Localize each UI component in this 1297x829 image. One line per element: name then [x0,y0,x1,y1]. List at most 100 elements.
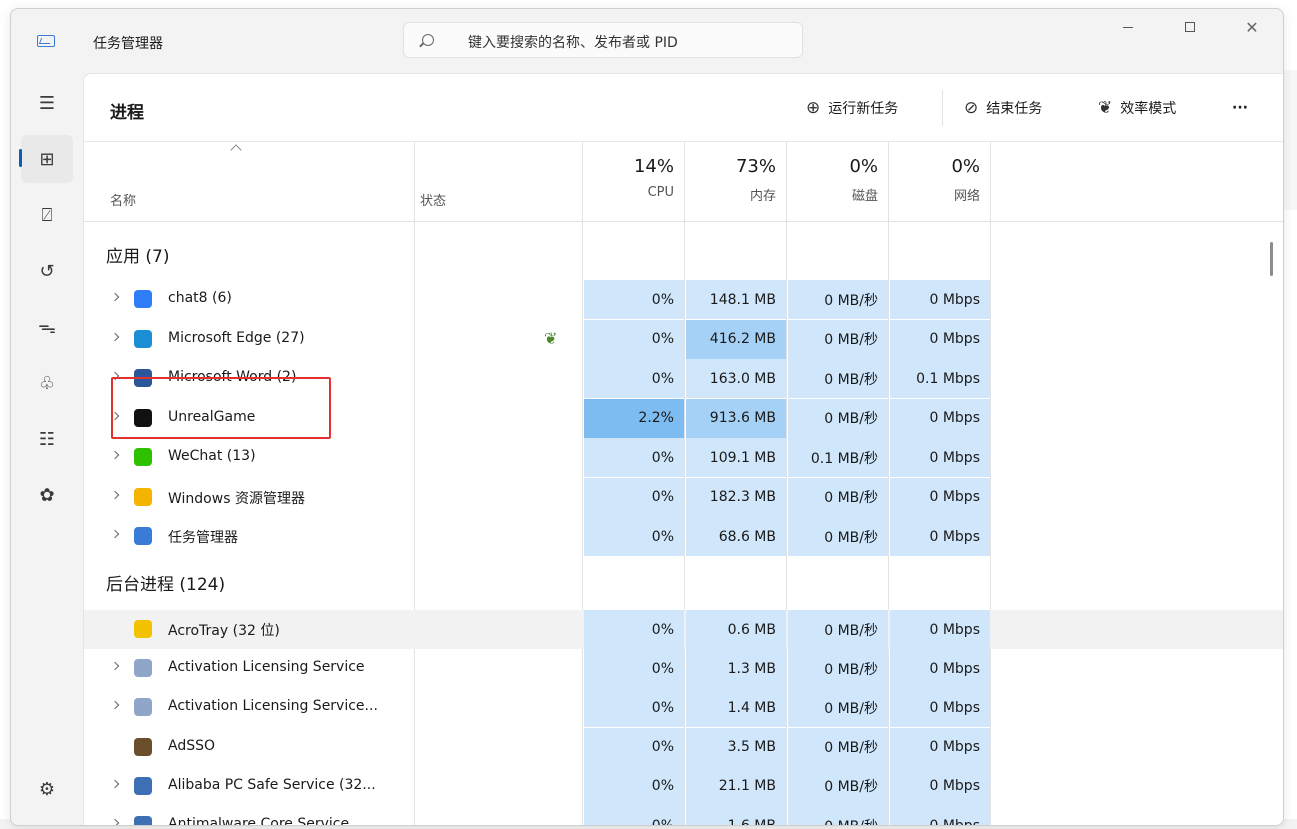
cell-net: 0 Mbps [890,280,990,319]
cell-cpu: 0% [584,477,684,517]
chat8-icon [134,290,152,308]
users-icon: ♧ [38,372,56,394]
cell-disk: 0 MB/秒 [788,727,888,767]
expand-chevron-icon[interactable] [110,450,120,460]
expand-chevron-icon[interactable] [110,529,120,539]
nav-menu-button[interactable]: ☰ [21,79,73,127]
nav-startup-apps[interactable]: ᯓ [21,303,73,351]
process-row[interactable]: Alibaba PC Safe Service (32... 0% 21.1 MB 0… [84,766,1283,806]
process-row[interactable]: Windows 资源管理器 0% 182.3 MB 0 MB/秒 0 Mbps [84,477,1283,517]
column-divider[interactable] [888,142,889,222]
process-row[interactable]: WeChat (13) 0% 109.1 MB 0.1 MB/秒 0 Mbps [84,438,1283,477]
cell-disk: 0 MB/秒 [788,398,888,438]
column-status[interactable]: 状态 [420,190,446,209]
section-apps: 应用 (7) [106,247,170,267]
expand-chevron-icon[interactable] [110,661,120,671]
folder-icon [134,487,152,506]
column-cpu[interactable]: 14% CPU [584,156,674,200]
scrollbar-thumb[interactable] [1270,242,1273,276]
nav-users[interactable]: ♧ [21,359,73,407]
settings-icon: ⚙ [38,778,56,800]
sort-up-icon[interactable] [230,144,242,156]
cell-cpu: 0% [584,319,684,359]
expand-chevron-icon[interactable] [110,332,120,341]
run-new-task-button[interactable]: ⊕ 运行新任务 [806,96,898,120]
cell-net: 0.1 Mbps [890,359,990,398]
end-task-button[interactable]: ⊘ 结束任务 [964,96,1042,120]
page-title: 进程 [110,103,144,123]
expand-chevron-icon[interactable] [110,779,120,789]
column-memory[interactable]: 73% 内存 [686,156,776,204]
cell-net: 0 Mbps [890,438,990,477]
memory-label: 内存 [749,189,776,204]
efficiency-mode-button[interactable]: ❦ 效率模式 [1098,96,1176,120]
process-name: Activation Licensing Service [168,659,365,676]
startup-apps-icon: ᯓ [38,317,56,338]
cell-net: 0 Mbps [890,649,990,689]
nav-performance[interactable]: ⍁ [21,191,73,239]
nav-processes[interactable]: ⊞ [19,135,73,183]
processes-icon: ⊞ [39,148,55,170]
search-box[interactable]: 键入要搜索的名称、发布者或 PID [403,22,803,58]
disk-label: 磁盘 [851,189,878,204]
process-row[interactable]: 任务管理器 0% 68.6 MB 0 MB/秒 0 Mbps [84,517,1283,556]
process-name: Activation Licensing Service... [168,698,378,715]
column-disk[interactable]: 0% 磁盘 [788,156,878,204]
app-history-icon: ↺ [39,260,55,282]
process-name: Windows 资源管理器 [168,490,305,507]
cell-cpu: 0% [584,359,684,398]
column-name[interactable]: 名称 [110,190,136,209]
wechat-icon [134,448,152,466]
adsso-icon [134,737,152,756]
efficiency-mode-label: 效率模式 [1120,101,1177,117]
process-name: 任务管理器 [168,530,238,546]
nav-settings[interactable]: ⚙ [21,765,73,813]
maximize-button[interactable] [1159,9,1221,45]
expand-chevron-icon[interactable] [110,701,120,710]
column-divider[interactable] [990,142,991,222]
service-icon [134,698,152,717]
process-row[interactable]: AcroTray (32 位) 0% 0.6 MB 0 MB/秒 0 Mbps [84,610,1283,649]
column-divider[interactable] [582,142,583,222]
network-label: 网络 [953,189,980,204]
process-name: WeChat (13) [168,448,256,464]
process-row[interactable]: AdSSO 0% 3.5 MB 0 MB/秒 0 Mbps [84,727,1283,767]
cell-mem: 163.0 MB [686,359,786,398]
expand-chevron-icon[interactable] [110,818,120,825]
expand-chevron-icon[interactable] [110,490,120,499]
process-row[interactable]: Activation Licensing Service 0% 1.3 MB 0 MB… [84,649,1283,689]
column-divider[interactable] [786,142,787,222]
cell-mem: 109.1 MB [686,438,786,477]
process-row[interactable]: chat8 (6) 0% 148.1 MB 0 MB/秒 0 Mbps [84,280,1283,319]
table-header: 名称 状态 14% CPU 73% 内存 0% 磁盘 0% 网络 [84,142,1283,222]
process-name: chat8 (6) [168,290,232,306]
column-divider[interactable] [684,142,685,222]
minimize-button[interactable] [1097,9,1159,45]
cell-cpu: 0% [584,727,684,767]
nav-services[interactable]: ✿ [21,471,73,519]
more-icon: ··· [1232,100,1248,116]
process-row[interactable]: Microsoft Edge (27) ❦ 0% 416.2 MB 0 MB/秒 0 Mb… [84,319,1283,359]
task-manager-icon [37,35,55,47]
cell-disk: 0 MB/秒 [788,766,888,806]
cell-disk: 0 MB/秒 [788,280,888,319]
nav-details[interactable]: ☷ [21,415,73,463]
cell-mem: 1.6 MB [686,806,786,825]
expand-chevron-icon[interactable] [110,292,120,302]
end-task-icon: ⊘ [964,98,979,118]
memory-total: 73% [735,156,776,177]
services-icon: ✿ [39,484,55,506]
more-options-button[interactable]: ··· [1232,96,1248,120]
nav-app-history[interactable]: ↺ [21,247,73,295]
search-placeholder[interactable]: 键入要搜索的名称、发布者或 PID [468,32,678,52]
close-button[interactable]: ✕ [1221,9,1283,45]
column-divider[interactable] [414,142,415,222]
cell-mem: 1.3 MB [686,649,786,689]
performance-icon: ⍁ [41,204,53,226]
process-row[interactable]: Antimalware Core Service 0%1.6 MB0 MB/秒0 … [84,806,1283,825]
processes-pane: 进程 ⊕ 运行新任务 ⊘ 结束任务 ❦ 效率模式 ··· 名称 状态 14% C… [83,73,1283,825]
process-name: Alibaba PC Safe Service (32... [168,776,376,793]
highlight-annotation [111,377,331,439]
process-row[interactable]: Activation Licensing Service... 0% 1.4 MB 0… [84,688,1283,728]
column-network[interactable]: 0% 网络 [890,156,980,204]
